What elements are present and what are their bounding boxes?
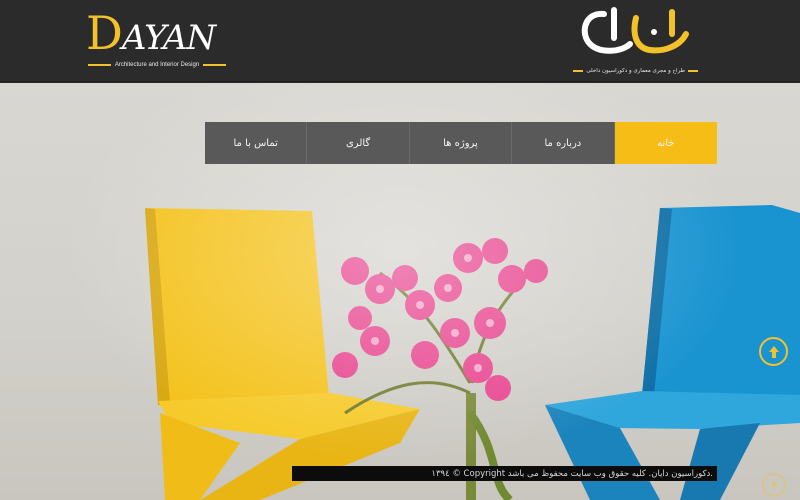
arrow-up-icon xyxy=(770,480,778,490)
scroll-to-top-button[interactable] xyxy=(759,337,788,366)
nav-contact[interactable]: تماس با ما xyxy=(205,122,308,164)
nav-about[interactable]: درباره ما xyxy=(512,122,615,164)
nav-gallery[interactable]: گالری xyxy=(307,122,410,164)
scroll-to-top-faded[interactable] xyxy=(762,473,786,497)
tagline-text: Architecture and Interior Design xyxy=(114,62,200,68)
copyright-text: ۱۳۹٤ © Copyright دکوراسیون دایان. کلیه ح… xyxy=(431,468,713,479)
nav-projects[interactable]: پروژه ها xyxy=(409,122,513,164)
tagline-text: طراح و مجری معماری و دکوراسیون داخلی xyxy=(586,68,685,74)
tagline-divider xyxy=(688,70,698,72)
logo-first-letter: D xyxy=(86,6,123,60)
nav-home[interactable]: خانه xyxy=(614,122,717,164)
main-navigation: تماس با ما گالری پروژه ها درباره ما خانه xyxy=(205,122,717,164)
logo-wordmark: DAYAN xyxy=(86,6,216,60)
logo-rest-letters: AYAN xyxy=(121,18,216,58)
tagline-divider xyxy=(573,70,584,72)
copyright-bar: ۱۳۹٤ © Copyright دکوراسیون دایان. کلیه ح… xyxy=(292,466,717,481)
site-header: DAYAN Architecture and Interior Design ط… xyxy=(0,0,800,82)
logo-english[interactable]: DAYAN Architecture and Interior Design xyxy=(86,6,236,74)
logo-persian-tagline: طراح و مجری معماری و دکوراسیون داخلی xyxy=(570,68,698,74)
logo-persian-mark xyxy=(581,7,689,54)
logo-persian[interactable]: طراح و مجری معماری و دکوراسیون داخلی xyxy=(570,4,698,78)
arrow-up-icon xyxy=(768,345,779,358)
tagline-divider xyxy=(203,64,226,66)
logo-english-tagline: Architecture and Interior Design xyxy=(88,62,226,68)
tagline-divider xyxy=(88,64,111,66)
